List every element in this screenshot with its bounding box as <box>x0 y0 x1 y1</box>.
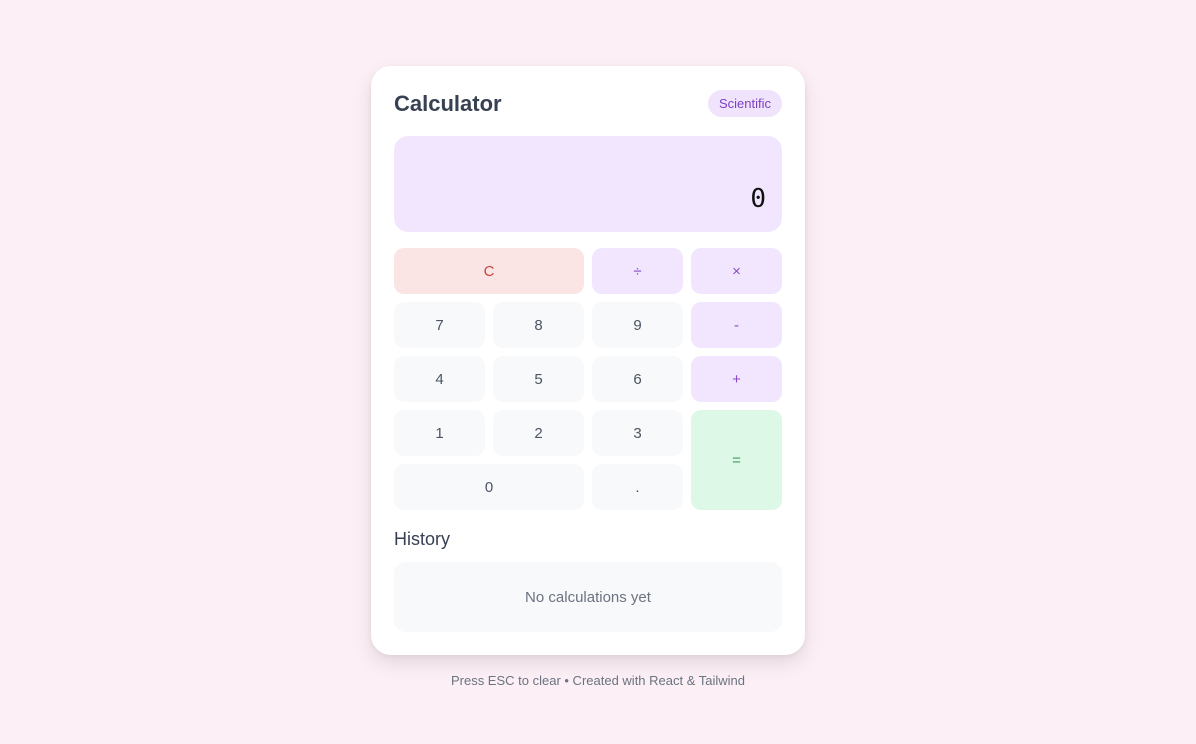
clear-button[interactable]: C <box>394 248 584 294</box>
calculator-title: Calculator <box>394 91 502 116</box>
divide-button[interactable]: ÷ <box>592 248 683 294</box>
calculator-card: Calculator Scientific 0 C ÷ × 7 8 9 - 4 … <box>371 66 805 655</box>
equals-button[interactable]: = <box>691 410 782 510</box>
add-button[interactable]: + <box>691 356 782 402</box>
multiply-button[interactable]: × <box>691 248 782 294</box>
keypad: C ÷ × 7 8 9 - 4 5 6 + 1 2 3 = 0 . <box>394 248 782 510</box>
footer-hint: Press ESC to clear • Created with React … <box>450 673 746 688</box>
calculator-display: 0 <box>394 136 782 232</box>
digit-8-button[interactable]: 8 <box>493 302 584 348</box>
digit-3-button[interactable]: 3 <box>592 410 683 456</box>
digit-4-button[interactable]: 4 <box>394 356 485 402</box>
history-title: History <box>394 529 451 549</box>
digit-1-button[interactable]: 1 <box>394 410 485 456</box>
display-value: 0 <box>750 184 766 214</box>
mode-badge[interactable]: Scientific <box>707 90 782 117</box>
calculator-header: Calculator Scientific <box>394 90 782 120</box>
digit-5-button[interactable]: 5 <box>493 356 584 402</box>
digit-0-button[interactable]: 0 <box>394 464 584 510</box>
digit-2-button[interactable]: 2 <box>493 410 584 456</box>
history-panel: No calculations yet <box>394 562 782 632</box>
digit-7-button[interactable]: 7 <box>394 302 485 348</box>
digit-6-button[interactable]: 6 <box>592 356 683 402</box>
digit-9-button[interactable]: 9 <box>592 302 683 348</box>
subtract-button[interactable]: - <box>691 302 782 348</box>
decimal-button[interactable]: . <box>592 464 683 510</box>
history-empty-text: No calculations yet <box>525 588 651 606</box>
